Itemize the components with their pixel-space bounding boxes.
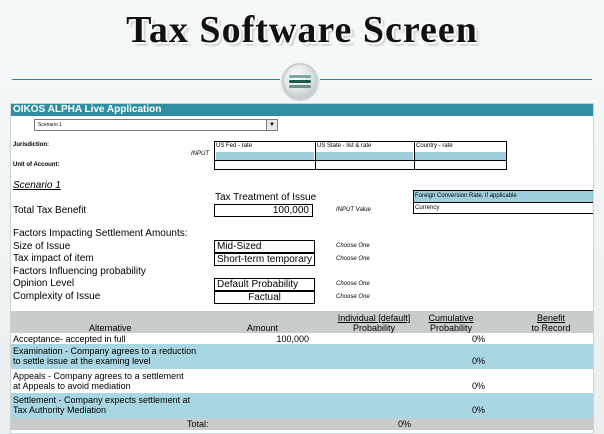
row-alternative: Settlement - Company expects settlement … xyxy=(13,395,191,405)
table-row: Settlement - Company expects settlement … xyxy=(11,393,593,418)
probability-factors-heading: Factors Influencing probability xyxy=(13,266,146,277)
size-of-issue-label: Size of Issue xyxy=(13,241,71,252)
total-tax-benefit-input[interactable]: 100,000 xyxy=(214,204,313,217)
row-cumulative: 0% xyxy=(471,381,485,391)
jurisdiction-input-hint: INPUT xyxy=(191,151,209,157)
jurisdiction-col-fed: US Fed - rate xyxy=(216,143,253,149)
page-title: Tax Software Screen xyxy=(126,9,478,51)
table-row: Appeals - Company agrees to a settlement… xyxy=(11,369,593,393)
row-alternative: Examination - Company agrees to a reduct… xyxy=(13,346,197,356)
opinion-level-select[interactable]: Default Probability xyxy=(214,278,315,291)
tax-treatment-label: Tax Treatment of Issue xyxy=(215,192,317,203)
row-alternative-2: to settle issue at the examing level xyxy=(13,356,151,366)
choose-one-hint: Choose One xyxy=(336,281,370,287)
complexity-label: Complexity of Issue xyxy=(13,291,101,302)
jurisdiction-col-state: US State - list & rate xyxy=(317,143,372,149)
unit-of-account-label: Unit of Account: xyxy=(13,162,60,168)
complexity-select[interactable]: Factual xyxy=(214,291,315,304)
tax-impact-label: Tax impact of item xyxy=(13,253,94,264)
col-benefit: Benefit xyxy=(536,313,566,323)
jurisdiction-col-country: Country - rate xyxy=(416,143,453,149)
col-individual-probability-2: Probability xyxy=(352,323,396,333)
medallion-icon xyxy=(282,63,318,99)
right-rule xyxy=(320,79,592,80)
jurisdiction-label: Jurisdiction: xyxy=(13,142,50,148)
input-value-hint: INPUT Value xyxy=(336,207,371,213)
col-benefit-2: to Record xyxy=(531,323,571,333)
scenario-select-value: Scenario 1 xyxy=(38,122,62,128)
chevron-down-icon[interactable]: ▼ xyxy=(266,120,277,130)
foreign-conversion-box: Foreign Conversion Rate, if applicable C… xyxy=(413,190,593,214)
col-cumulative-probability: Cumulative xyxy=(428,313,474,323)
choose-one-hint: Choose One xyxy=(336,294,370,300)
row-alternative: Acceptance- accepted in full xyxy=(13,334,126,344)
fed-rate-input[interactable] xyxy=(216,152,314,160)
row-alternative-2: Tax Authority Mediation xyxy=(13,405,107,415)
row-cumulative: 0% xyxy=(471,334,485,344)
row-alternative: Appeals - Company agrees to a settlement xyxy=(13,371,184,381)
row-cumulative: 0% xyxy=(471,356,485,366)
table-row: Acceptance- accepted in full 100,000 0% xyxy=(11,333,593,344)
opinion-level-label: Opinion Level xyxy=(13,278,75,289)
tax-impact-select[interactable]: Short-term temporary xyxy=(214,253,315,266)
col-individual-probability: Individual [default] xyxy=(337,313,411,323)
total-label: Total: xyxy=(187,419,209,429)
table-header-row: Alternative Amount Individual [default] … xyxy=(11,311,593,333)
scenario-select[interactable]: Scenario 1 ▼ xyxy=(34,119,278,131)
state-rate-input[interactable] xyxy=(316,152,413,160)
total-value: 0% xyxy=(397,419,411,429)
row-amount: 100,000 xyxy=(276,334,309,344)
total-tax-benefit-label: Total Tax Benefit xyxy=(13,205,87,216)
title-area: Tax Software Screen xyxy=(0,8,604,52)
foreign-conversion-label: Foreign Conversion Rate, if applicable xyxy=(414,191,593,202)
country-rate-input[interactable] xyxy=(415,152,506,160)
left-rule xyxy=(12,79,280,80)
spreadsheet-panel: OIKOS ALPHA Live Application Scenario 1 … xyxy=(10,103,594,434)
currency-field[interactable]: Currency xyxy=(414,202,593,213)
col-alternative: Alternative xyxy=(89,323,132,333)
col-cumulative-probability-2: Probability xyxy=(429,323,473,333)
choose-one-hint: Choose One xyxy=(336,243,370,249)
grid-divider xyxy=(215,160,506,161)
table-total-row: Total: 0% xyxy=(11,418,593,430)
row-cumulative: 0% xyxy=(471,405,485,415)
row-alternative-2: at Appeals to avoid mediation xyxy=(13,381,131,391)
app-title: OIKOS ALPHA Live Application xyxy=(13,104,162,115)
jurisdiction-grid: US Fed - rate US State - list & rate Cou… xyxy=(214,141,507,170)
table-row: Examination - Company agrees to a reduct… xyxy=(11,344,593,369)
col-amount: Amount xyxy=(247,323,279,333)
settlement-factors-heading: Factors Impacting Settlement Amounts: xyxy=(13,228,188,239)
scenario-heading: Scenario 1 xyxy=(13,180,61,191)
size-of-issue-select[interactable]: Mid-Sized xyxy=(214,240,315,253)
choose-one-hint: Choose One xyxy=(336,256,370,262)
app-title-bar: OIKOS ALPHA Live Application xyxy=(11,104,593,116)
